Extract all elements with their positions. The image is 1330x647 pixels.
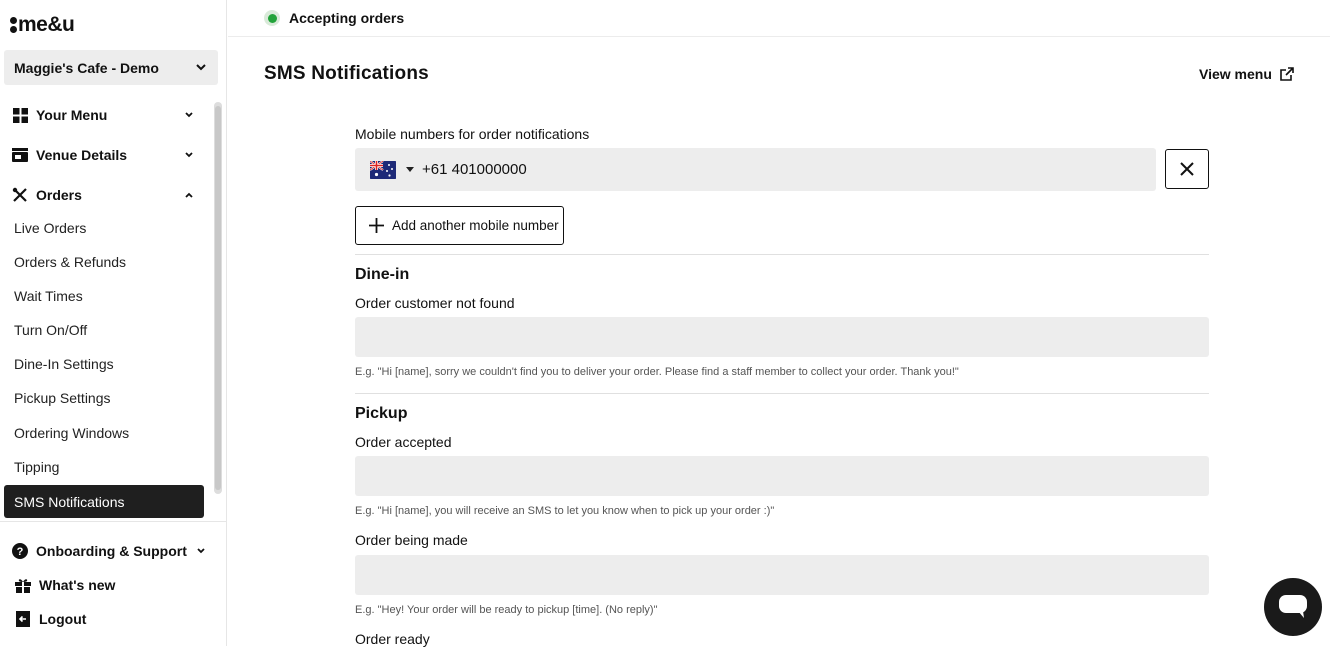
sidebar-group-venue-details[interactable]: Venue Details bbox=[12, 147, 196, 163]
phone-input-field[interactable]: +61 401000000 bbox=[355, 148, 1156, 191]
venue-name: Maggie's Cafe - Demo bbox=[14, 59, 159, 76]
view-menu-link[interactable]: View menu bbox=[1199, 66, 1294, 82]
order-ready-label: Order ready bbox=[355, 631, 430, 647]
chevron-down-icon bbox=[182, 148, 196, 162]
logout-icon bbox=[15, 611, 31, 627]
sidebar-item-whats-new[interactable]: What's new bbox=[15, 577, 199, 593]
sidebar-group-label: Orders bbox=[36, 187, 82, 203]
sidebar-group-orders[interactable]: Orders bbox=[12, 187, 196, 203]
external-link-icon bbox=[1280, 67, 1294, 81]
order-accepted-hint: E.g. "Hi [name], you will receive an SMS… bbox=[355, 505, 775, 517]
close-icon bbox=[1180, 162, 1194, 176]
order-status-text: Accepting orders bbox=[289, 10, 405, 26]
top-bar: Accepting orders bbox=[228, 0, 1330, 37]
sidebar-item-tipping[interactable]: Tipping bbox=[14, 459, 59, 475]
sidebar-item-live-orders[interactable]: Live Orders bbox=[14, 220, 86, 236]
sidebar-item-label: SMS Notifications bbox=[14, 493, 125, 510]
order-accepted-label: Order accepted bbox=[355, 434, 452, 450]
customer-not-found-input[interactable] bbox=[355, 317, 1209, 357]
sidebar-item-turn-on-off[interactable]: Turn On/Off bbox=[14, 322, 87, 338]
plus-icon bbox=[369, 218, 384, 233]
utensils-icon bbox=[12, 187, 28, 203]
customer-not-found-hint: E.g. "Hi [name], sorry we couldn't find … bbox=[355, 366, 959, 378]
chevron-up-icon bbox=[182, 188, 196, 202]
help-icon: ? bbox=[12, 543, 28, 559]
remove-number-button[interactable] bbox=[1165, 149, 1209, 189]
logo-text: me&u bbox=[18, 13, 75, 36]
dine-in-section-title: Dine-in bbox=[355, 266, 410, 283]
mobile-numbers-label: Mobile numbers for order notifications bbox=[355, 126, 590, 142]
sidebar-item-pickup-settings[interactable]: Pickup Settings bbox=[14, 390, 111, 406]
chat-support-button[interactable] bbox=[1264, 578, 1322, 636]
chevron-down-icon bbox=[194, 544, 208, 558]
add-mobile-number-label: Add another mobile number bbox=[392, 218, 559, 233]
sidebar-item-label: What's new bbox=[39, 577, 116, 593]
country-dropdown-caret-icon[interactable] bbox=[406, 167, 414, 172]
phone-number-value[interactable]: +61 401000000 bbox=[422, 161, 527, 178]
view-menu-label: View menu bbox=[1199, 66, 1272, 82]
sidebar-item-logout[interactable]: Logout bbox=[15, 611, 199, 627]
sidebar-item-orders-refunds[interactable]: Orders & Refunds bbox=[14, 254, 126, 270]
chevron-down-icon bbox=[194, 61, 208, 75]
chevron-down-icon bbox=[182, 108, 196, 122]
sidebar-item-onboarding-support[interactable]: ? Onboarding & Support bbox=[12, 543, 208, 559]
sidebar-group-label: Your Menu bbox=[36, 107, 108, 123]
sidebar-item-label: Logout bbox=[39, 611, 87, 627]
sidebar-group-your-menu[interactable]: Your Menu bbox=[12, 107, 196, 123]
sidebar-item-wait-times[interactable]: Wait Times bbox=[14, 288, 83, 304]
logo-mark-icon bbox=[10, 16, 17, 34]
add-mobile-number-button[interactable]: Add another mobile number bbox=[355, 206, 564, 245]
customer-not-found-label: Order customer not found bbox=[355, 295, 515, 311]
status-indicator-icon bbox=[264, 10, 280, 26]
order-being-made-input[interactable] bbox=[355, 555, 1209, 595]
order-being-made-hint: E.g. "Hey! Your order will be ready to p… bbox=[355, 604, 658, 616]
sidebar-item-sms-notifications[interactable]: SMS Notifications bbox=[4, 485, 204, 518]
svg-text:?: ? bbox=[17, 546, 24, 558]
section-divider bbox=[355, 393, 1209, 394]
sidebar-item-label: Onboarding & Support bbox=[36, 543, 187, 559]
chat-bubble-icon bbox=[1279, 595, 1307, 618]
sidebar-item-ordering-windows[interactable]: Ordering Windows bbox=[14, 425, 129, 441]
venue-selector[interactable]: Maggie's Cafe - Demo bbox=[4, 50, 218, 85]
gift-icon bbox=[15, 577, 31, 593]
pickup-section-title: Pickup bbox=[355, 405, 408, 422]
sidebar-scrollbar-thumb[interactable] bbox=[215, 106, 221, 490]
order-accepted-input[interactable] bbox=[355, 456, 1209, 496]
sidebar-divider bbox=[0, 521, 227, 522]
logo[interactable]: me&u bbox=[10, 12, 75, 38]
store-icon bbox=[12, 147, 28, 163]
sidebar-item-dine-in-settings[interactable]: Dine-In Settings bbox=[14, 356, 114, 372]
section-divider bbox=[355, 254, 1209, 255]
order-being-made-label: Order being made bbox=[355, 532, 468, 548]
grid-icon bbox=[12, 107, 28, 123]
sidebar-group-label: Venue Details bbox=[36, 147, 128, 163]
australia-flag-icon bbox=[370, 160, 396, 179]
page-title: SMS Notifications bbox=[264, 63, 429, 84]
sidebar: me&u Maggie's Cafe - Demo Your Menu Venu… bbox=[0, 0, 227, 646]
